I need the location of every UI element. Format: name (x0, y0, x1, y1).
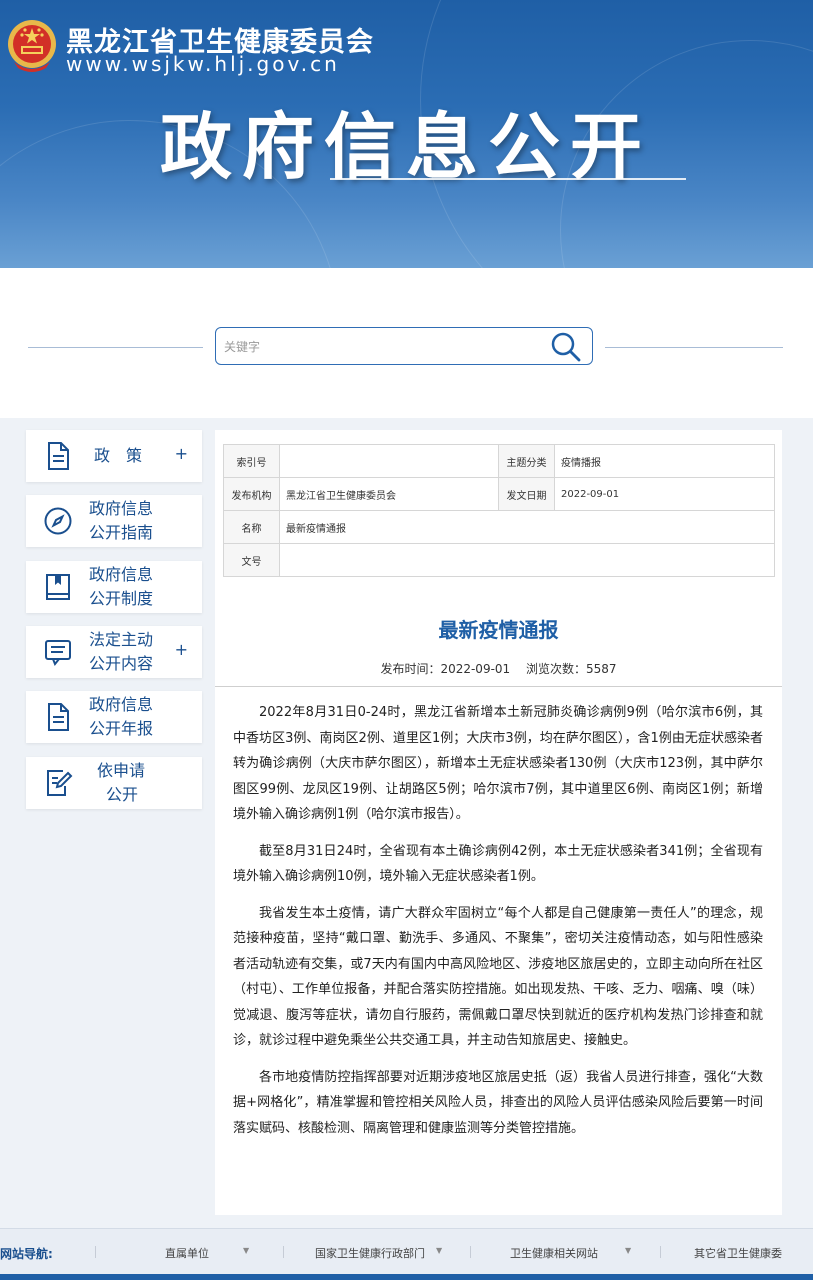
footer-nav-other-provinces[interactable]: 其它省卫生健康委 (694, 1245, 782, 1261)
meta-label: 文号 (223, 543, 280, 577)
search-box (215, 327, 593, 365)
sidebar-item-label: 政 策 (94, 446, 143, 465)
sidebar-item-label: 公开指南 (89, 523, 154, 542)
article-paragraph: 各市地疫情防控指挥部要对近期涉疫地区旅居史抵（返）我省人员进行排查，强化“大数据… (233, 1069, 763, 1136)
table-row: 文号 (223, 543, 775, 577)
footer-bottom-bar (0, 1274, 813, 1280)
sidebar-item-system[interactable]: 政府信息 公开制度 (26, 561, 202, 613)
meta-label: 主题分类 (498, 444, 555, 478)
search-icon[interactable] (550, 331, 582, 363)
header-banner: 黑龙江省卫生健康委员会 www.wsjkw.hlj.gov.cn 政府信息公开 (0, 0, 813, 268)
chevron-down-icon[interactable]: ▼ (436, 1246, 442, 1255)
national-emblem-icon[interactable] (6, 18, 58, 74)
publish-time: 发布时间：2022-09-01 (380, 662, 511, 676)
expand-plus-icon[interactable]: + (175, 640, 188, 659)
article-meta: 发布时间：2022-09-01 浏览次数：5587 (215, 660, 782, 677)
meta-value: 最新疫情通报 (279, 510, 775, 544)
report-icon (48, 703, 69, 731)
table-row: 索引号 主题分类 疫情播报 (223, 444, 775, 478)
sidebar-item-label: 公开 (106, 785, 139, 804)
footer-nav-national-dept[interactable]: 国家卫生健康行政部门 (315, 1245, 425, 1261)
article-paragraph: 我省发生本土疫情，请广大群众牢固树立“每个人都是自己健康第一责任人”的理念，规范… (233, 905, 763, 1049)
footer-nav: 网站导航: 直属单位 ▼ 国家卫生健康行政部门 ▼ 卫生健康相关网站 ▼ 其它省… (0, 1228, 813, 1274)
sidebar-item-label: 依申请 (97, 761, 146, 780)
footer-divider (660, 1246, 661, 1258)
chevron-down-icon[interactable]: ▼ (243, 1246, 249, 1255)
sidebar-item-application[interactable]: 依申请 公开 (26, 757, 202, 809)
sidebar-item-label: 公开内容 (89, 654, 154, 673)
chat-list-icon (45, 640, 71, 666)
footer-divider (470, 1246, 471, 1258)
sidebar-item-policy[interactable]: 政 策 + (26, 430, 202, 482)
meta-label: 索引号 (223, 444, 280, 478)
book-icon (46, 574, 70, 600)
sidebar-item-label: 公开制度 (89, 589, 154, 608)
meta-value: 黑龙江省卫生健康委员会 (279, 477, 499, 511)
footer-nav-direct-units[interactable]: 直属单位 (165, 1245, 209, 1261)
article-body: 2022年8月31日0-24时，黑龙江省新增本土新冠肺炎确诊病例9例（哈尔滨市6… (233, 700, 763, 1152)
footer-nav-related-sites[interactable]: 卫生健康相关网站 (510, 1245, 598, 1261)
article-paragraph: 2022年8月31日0-24时，黑龙江省新增本土新冠肺炎确诊病例9例（哈尔滨市6… (233, 705, 763, 822)
sidebar-item-statutory[interactable]: 法定主动 公开内容 + (26, 626, 202, 678)
sidebar-item-guide[interactable]: 政府信息 公开指南 (26, 495, 202, 547)
footer-divider (283, 1246, 284, 1258)
sidebar-item-label: 公开年报 (89, 719, 154, 738)
article-paragraph: 截至8月31日24时，全省现有本土确诊病例42例，本土无症状感染者341例；全省… (233, 843, 763, 885)
banner-underline (330, 178, 686, 180)
edit-form-icon (47, 770, 73, 796)
view-count: 浏览次数：5587 (526, 662, 617, 676)
meta-value (279, 543, 775, 577)
sidebar-item-annual-report[interactable]: 政府信息 公开年报 (26, 691, 202, 743)
meta-value (279, 444, 499, 478)
meta-label: 名称 (223, 510, 280, 544)
meta-value: 疫情播报 (554, 444, 775, 478)
footer-nav-label: 网站导航: (0, 1247, 53, 1261)
sidebar-item-label: 法定主动 (89, 630, 154, 649)
site-url[interactable]: www.wsjkw.hlj.gov.cn (66, 52, 340, 76)
expand-plus-icon[interactable]: + (175, 444, 188, 463)
article-divider (215, 686, 782, 687)
table-row: 发布机构 黑龙江省卫生健康委员会 发文日期 2022-09-01 (223, 477, 775, 511)
search-divider-right (605, 347, 783, 348)
meta-value: 2022-09-01 (554, 477, 775, 511)
search-input[interactable] (224, 337, 524, 357)
sidebar-item-label: 政府信息 (89, 695, 154, 714)
sidebar-item-label: 政府信息 (89, 565, 154, 584)
document-meta-table: 索引号 主题分类 疫情播报 发布机构 黑龙江省卫生健康委员会 发文日期 2022… (223, 444, 775, 577)
footer-divider (95, 1246, 96, 1258)
search-divider-left (28, 347, 203, 348)
table-row: 名称 最新疫情通报 (223, 510, 775, 544)
meta-label: 发文日期 (498, 477, 555, 511)
main-content: 索引号 主题分类 疫情播报 发布机构 黑龙江省卫生健康委员会 发文日期 2022… (215, 430, 782, 1215)
article-title: 最新疫情通报 (438, 618, 559, 642)
document-icon (48, 442, 69, 470)
chevron-down-icon[interactable]: ▼ (625, 1246, 631, 1255)
sidebar-item-label: 政府信息 (89, 499, 154, 518)
meta-label: 发布机构 (223, 477, 280, 511)
compass-icon (44, 507, 72, 535)
